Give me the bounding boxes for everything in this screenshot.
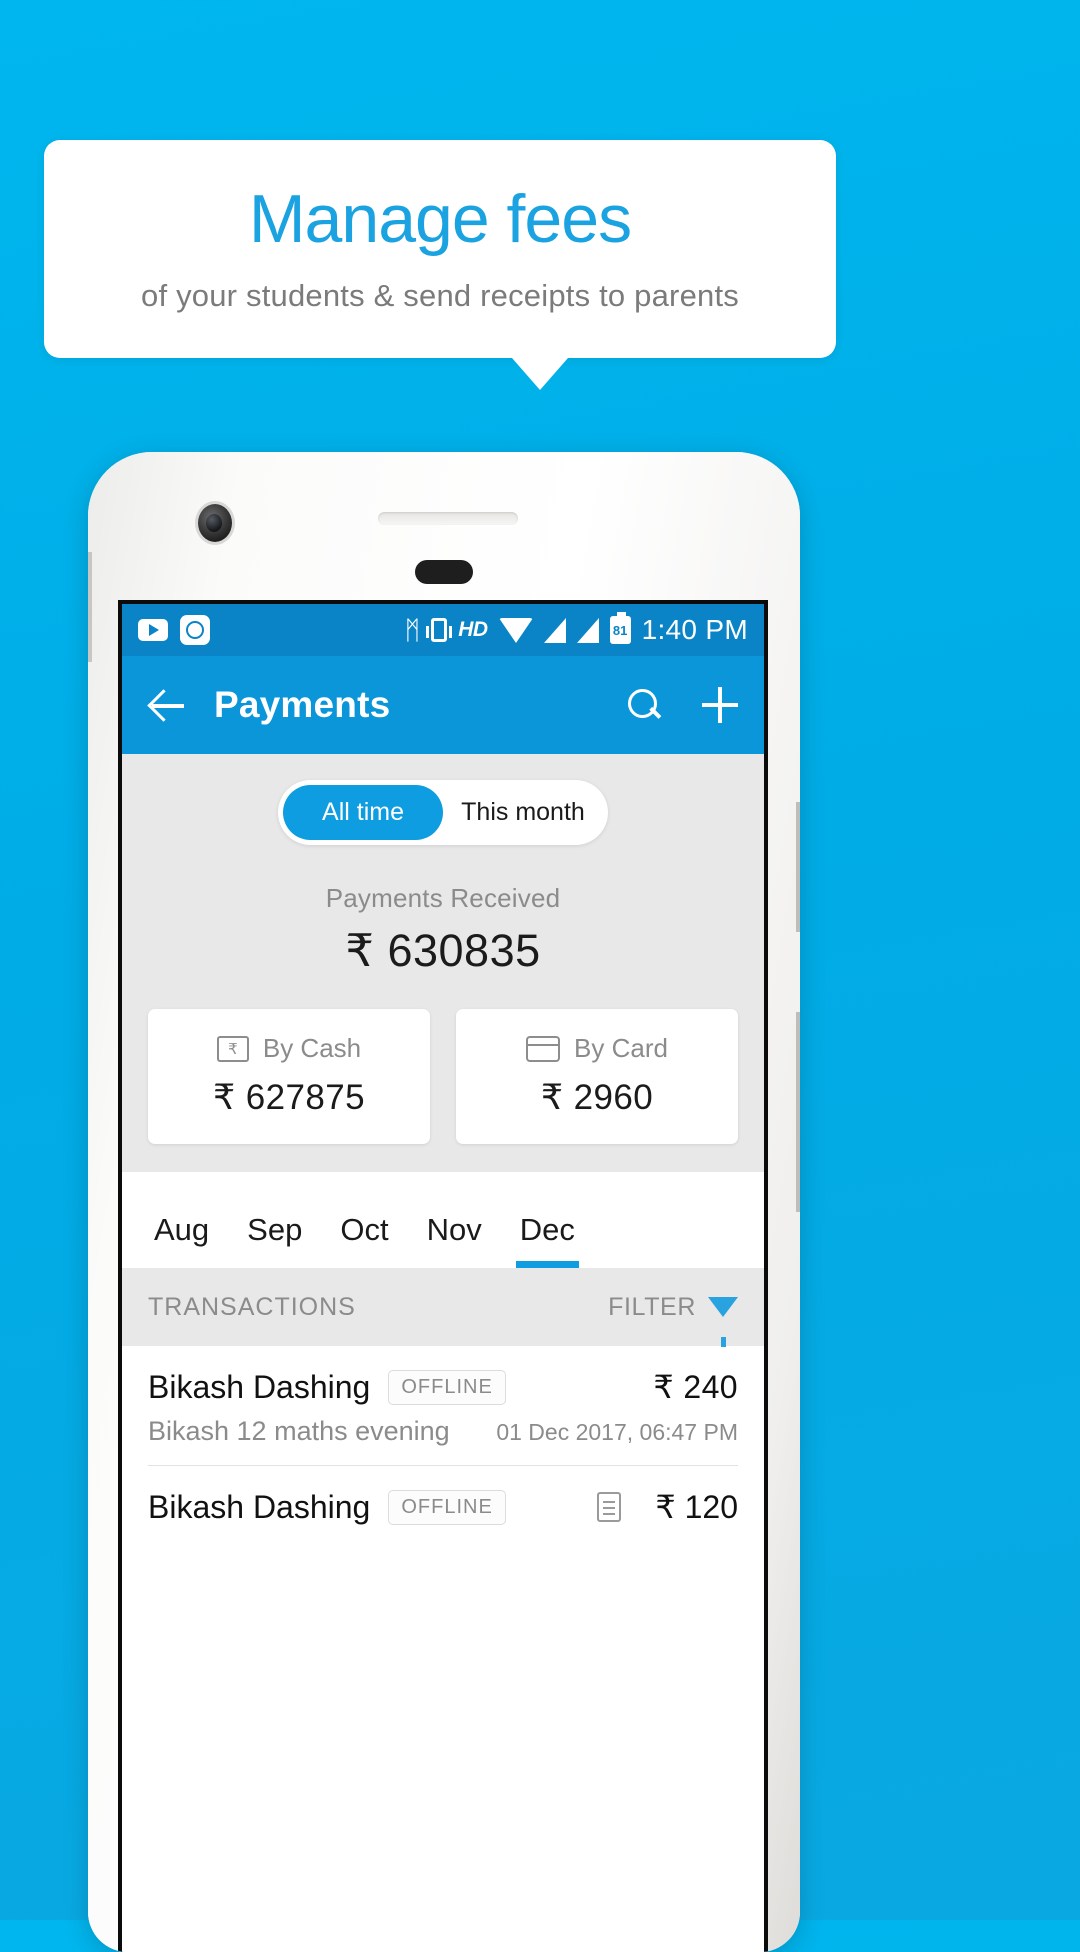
transaction-primary-line: Bikash Dashing OFFLINE ₹ 240 xyxy=(148,1368,738,1406)
funnel-icon xyxy=(708,1297,738,1347)
payments-received-label: Payments Received xyxy=(325,883,561,913)
by-cash-value: ₹ 627875 xyxy=(213,1078,365,1117)
phone-volume-button xyxy=(796,802,800,932)
by-card-card-header: By Card xyxy=(466,1033,728,1064)
transaction-amount: ₹ 120 xyxy=(655,1489,738,1525)
promo-title: Manage fees xyxy=(248,181,632,258)
earpiece-speaker xyxy=(378,512,518,525)
promo-callout: Manage fees of your students & send rece… xyxy=(44,140,836,358)
by-card-card[interactable]: By Card ₹ 2960 xyxy=(456,1009,738,1144)
table-row[interactable]: Bikash Dashing OFFLINE ₹ 120 xyxy=(122,1466,764,1526)
student-name: Bikash Dashing xyxy=(148,1368,371,1405)
tab-nov[interactable]: Nov xyxy=(413,1212,496,1268)
filter-label: FILTER xyxy=(608,1292,696,1321)
status-bar: ᛗ HD 81 1:40 PM xyxy=(122,604,764,656)
front-camera-icon xyxy=(198,504,232,542)
month-tabs: Aug Sep Oct Nov Dec xyxy=(122,1172,764,1268)
summary-section: All time This month Payments Received ₹ … xyxy=(122,754,764,1172)
signal-icon-2 xyxy=(576,617,599,643)
phone-screen: ᛗ HD 81 1:40 PM Payments All time This m… xyxy=(118,600,768,1952)
transactions-header: TRANSACTIONS FILTER xyxy=(122,1268,764,1347)
camera-app-icon xyxy=(180,615,210,645)
transaction-date: 01 Dec 2017, 06:47 PM xyxy=(496,1419,738,1445)
phone-side-button-left xyxy=(88,552,92,662)
wifi-icon xyxy=(498,617,533,643)
search-icon[interactable] xyxy=(626,687,662,723)
phone-mockup: ᛗ HD 81 1:40 PM Payments All time This m… xyxy=(88,452,800,1952)
status-badge: OFFLINE xyxy=(388,1369,506,1405)
youtube-icon xyxy=(138,619,168,641)
status-badge: OFFLINE xyxy=(388,1489,506,1525)
plus-icon[interactable] xyxy=(702,687,738,723)
transaction-amount: ₹ 240 xyxy=(653,1369,738,1405)
time-range-toggle: All time This month xyxy=(278,780,608,845)
vibrate-icon xyxy=(426,618,453,642)
by-cash-label: By Cash xyxy=(262,1033,362,1063)
callout-tail xyxy=(512,358,568,390)
payment-method-cards: ₹ By Cash ₹ 627875 By Card ₹ 2960 xyxy=(122,977,764,1172)
credit-card-icon xyxy=(526,1035,561,1062)
phone-power-button xyxy=(796,1012,800,1212)
status-bar-notifications xyxy=(138,615,210,645)
status-bar-system-icons: ᛗ HD 81 1:40 PM xyxy=(404,612,748,646)
signal-icon xyxy=(543,617,566,643)
cash-icon: ₹ xyxy=(216,1035,249,1062)
phone-body: ᛗ HD 81 1:40 PM Payments All time This m… xyxy=(88,452,800,1952)
transaction-primary-line: Bikash Dashing OFFLINE ₹ 120 xyxy=(148,1488,738,1526)
app-bar-actions xyxy=(626,687,738,723)
by-card-value: ₹ 2960 xyxy=(540,1078,654,1117)
table-row[interactable]: Bikash Dashing OFFLINE ₹ 240 Bikash 12 m… xyxy=(122,1346,764,1466)
tab-dec[interactable]: Dec xyxy=(506,1212,589,1268)
tab-aug[interactable]: Aug xyxy=(140,1212,223,1268)
by-cash-card[interactable]: ₹ By Cash ₹ 627875 xyxy=(148,1009,430,1144)
filter-button[interactable]: FILTER xyxy=(608,1292,738,1347)
by-card-label: By Card xyxy=(574,1033,668,1063)
tab-oct[interactable]: Oct xyxy=(326,1212,402,1268)
bluetooth-icon: ᛗ xyxy=(404,615,421,645)
transaction-description: Bikash 12 maths evening xyxy=(148,1416,450,1446)
promo-subtitle: of your students & send receipts to pare… xyxy=(141,277,739,313)
student-name: Bikash Dashing xyxy=(148,1488,371,1525)
receipt-document-icon[interactable] xyxy=(597,1492,622,1522)
segment-all-time[interactable]: All time xyxy=(283,785,443,840)
payments-received-value: ₹ 630835 xyxy=(345,925,541,976)
transaction-secondary-line: Bikash 12 maths evening 01 Dec 2017, 06:… xyxy=(148,1406,738,1466)
hd-icon: HD xyxy=(458,618,488,641)
battery-icon: 81 xyxy=(609,612,631,644)
tab-sep[interactable]: Sep xyxy=(233,1212,316,1268)
clock-label: 1:40 PM xyxy=(641,614,748,645)
by-cash-card-header: ₹ By Cash xyxy=(158,1033,420,1064)
segment-this-month[interactable]: This month xyxy=(443,785,603,840)
phone-sensor xyxy=(415,560,473,584)
app-bar: Payments xyxy=(122,656,764,754)
back-arrow-icon[interactable] xyxy=(148,685,188,725)
transactions-list: Bikash Dashing OFFLINE ₹ 240 Bikash 12 m… xyxy=(122,1346,764,1526)
page-title: Payments xyxy=(214,684,391,725)
transactions-title: TRANSACTIONS xyxy=(148,1292,356,1321)
